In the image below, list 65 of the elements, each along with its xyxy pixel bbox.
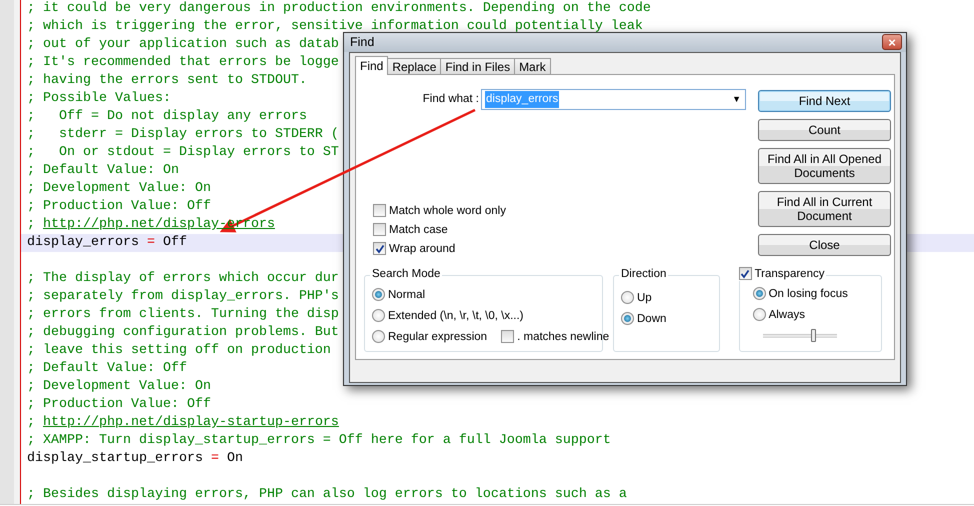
radio-label: Normal	[388, 288, 426, 302]
radio-label: On losing focus	[768, 286, 848, 301]
dialog-title: Find	[350, 34, 374, 51]
code-comment: ; Off = Do not display any errors	[27, 109, 307, 124]
radio-button[interactable]	[372, 330, 385, 344]
code-comment: ; it could be very dangerous in production environments. Depending on the code	[27, 1, 651, 16]
radio-label: Regular expression	[388, 330, 488, 344]
code-comment: ;	[27, 217, 35, 232]
code-comment: ; Possible Values:	[27, 91, 171, 106]
code-setting: display_errors = Off	[27, 235, 187, 250]
tab[interactable]: Mark	[514, 58, 551, 75]
tab[interactable]: Replace	[387, 58, 442, 75]
code-comment: ; stderr = Display errors to STDERR (	[27, 127, 339, 142]
code-comment: ; Besides displaying errors, PHP can also log errors to locations such as a	[27, 487, 627, 502]
checkbox[interactable]	[373, 242, 386, 256]
code-comment: ; out of your application such as datab	[27, 37, 339, 52]
dialog-button[interactable]: Find Next	[758, 90, 891, 112]
code-comment: ; separately from display_errors. PHP's	[27, 289, 339, 304]
code-comment: ;	[27, 415, 35, 430]
checkbox-label: Transparency	[754, 266, 824, 281]
radio-label: Up	[637, 290, 652, 305]
checkbox[interactable]	[373, 204, 386, 218]
code-comment: ; Production Value: Off	[27, 199, 211, 214]
code-comment: ; having the errors sent to STDOUT.	[27, 73, 307, 88]
code-comment: ; XAMPP: Turn display_startup_errors = Off here for a full Joomla support	[27, 433, 611, 448]
radio-label: Extended (\n, \r, \t, \0, \x...)	[388, 308, 524, 323]
code-comment: ; It's recommended that errors be logge	[27, 55, 339, 70]
dialog-button[interactable]: Find All in Current Document	[758, 190, 891, 227]
code-comment: ; Production Value: Off	[27, 397, 211, 412]
code-comment: ; errors from clients. Turning the disp	[27, 307, 339, 322]
dialog-button[interactable]: Count	[758, 118, 891, 141]
checkbox[interactable]	[501, 330, 514, 344]
code-comment: ; leave this setting off on production	[27, 343, 331, 358]
code-comment: ; Default Value: Off	[27, 361, 187, 376]
radio-button[interactable]	[752, 287, 766, 300]
slider-thumb[interactable]	[810, 328, 816, 342]
checkbox-label: . matches newline	[517, 330, 610, 344]
checkbox[interactable]	[738, 267, 752, 280]
dialog-button[interactable]: Close	[758, 234, 891, 256]
radio-label: Down	[637, 312, 666, 326]
radio-button[interactable]	[621, 312, 634, 326]
checkbox[interactable]	[373, 223, 386, 236]
radio-button[interactable]	[372, 288, 385, 302]
find-what-combobox[interactable]: display_errors ▼	[481, 88, 746, 110]
tab[interactable]: Find	[355, 56, 388, 75]
checkbox-label: Match whole word only	[389, 204, 506, 218]
dropdown-caret-icon[interactable]: ▼	[732, 92, 741, 106]
checkbox-label: Match case	[389, 222, 448, 237]
code-setting: display_startup_errors = On	[27, 451, 243, 466]
code-comment: ; The display of errors which occur dur	[27, 271, 339, 286]
code-link[interactable]: http://php.net/display-startup-errors	[43, 415, 339, 430]
code-comment: ; Default Value: On	[27, 163, 179, 178]
code-comment: ; Development Value: On	[27, 379, 211, 394]
code-comment: ; which is triggering the error, sensitive information could potentially leak	[27, 19, 643, 34]
code-comment: ; debugging configuration problems. But	[27, 325, 339, 340]
radio-label: Always	[768, 308, 806, 322]
code-comment: ; On or stdout = Display errors to ST	[27, 145, 339, 160]
radio-button[interactable]	[372, 309, 385, 322]
dialog-button[interactable]: Find All in All Opened Documents	[758, 148, 891, 184]
checkbox-label: Wrap around	[389, 242, 456, 256]
radio-button[interactable]	[752, 308, 766, 322]
tab[interactable]: Find in Files	[440, 58, 516, 75]
code-comment: ; Development Value: On	[27, 181, 211, 196]
field-label: Find what :	[422, 92, 480, 107]
radio-button[interactable]	[621, 291, 634, 304]
